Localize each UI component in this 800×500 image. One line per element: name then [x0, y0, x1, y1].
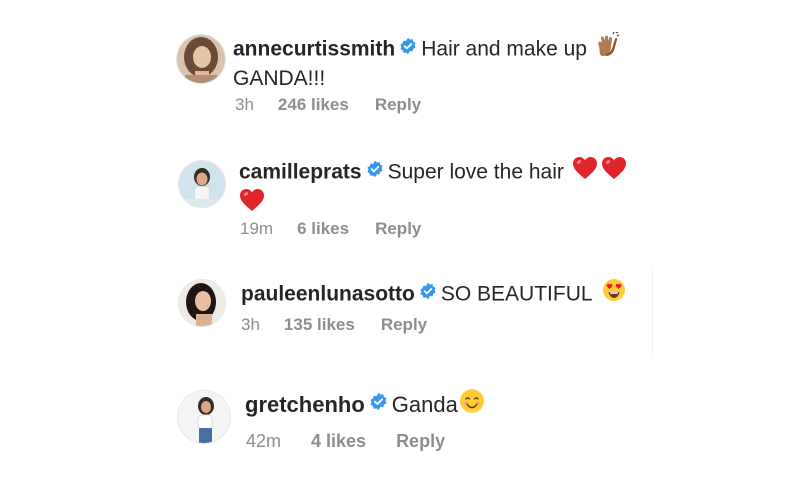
avatar-photo — [179, 280, 225, 326]
username[interactable]: annecurtissmith — [233, 38, 395, 61]
likes-count[interactable]: 135 likes — [284, 315, 355, 335]
timestamp: 3h — [241, 315, 260, 334]
timestamp: 3h — [235, 95, 254, 114]
likes-count[interactable]: 6 likes — [297, 219, 349, 239]
avatar[interactable] — [178, 160, 226, 208]
comment-text: Ganda — [391, 392, 458, 418]
comment-text: Hair and make up — [421, 37, 587, 61]
verified-badge-icon — [419, 281, 437, 306]
red-heart-icon — [239, 188, 265, 218]
reply-button[interactable]: Reply — [375, 219, 421, 239]
reply-button[interactable]: Reply — [396, 431, 445, 452]
timestamp: 19m — [240, 219, 274, 238]
comment-text: Super love the hair — [387, 160, 564, 184]
reply-button[interactable]: Reply — [375, 95, 421, 115]
username[interactable]: gretchenho — [245, 392, 365, 417]
avatar[interactable] — [177, 390, 231, 444]
comment-text: SO BEAUTIFUL — [440, 282, 592, 306]
comment-text-continued: GANDA!!! — [233, 67, 326, 91]
avatar-photo — [177, 35, 225, 83]
timestamp: 42m — [246, 431, 282, 451]
red-heart-icon — [601, 156, 627, 186]
heart-eyes-face-icon — [602, 278, 626, 308]
divider — [652, 266, 653, 358]
smiling-face-icon — [459, 388, 485, 420]
verified-badge-icon — [369, 391, 388, 417]
reply-button[interactable]: Reply — [381, 315, 427, 335]
likes-count[interactable]: 246 likes — [278, 95, 349, 115]
username[interactable]: pauleenlunasotto — [241, 283, 415, 306]
avatar[interactable] — [178, 279, 226, 327]
red-heart-icon — [572, 156, 598, 186]
verified-badge-icon — [399, 36, 417, 61]
username[interactable]: camilleprats — [239, 161, 362, 184]
avatar[interactable] — [176, 34, 226, 84]
verified-badge-icon — [366, 159, 384, 184]
avatar-photo — [179, 161, 225, 207]
likes-count[interactable]: 4 likes — [311, 431, 366, 452]
avatar-photo — [178, 391, 230, 443]
clapping-hands-icon — [593, 31, 621, 64]
